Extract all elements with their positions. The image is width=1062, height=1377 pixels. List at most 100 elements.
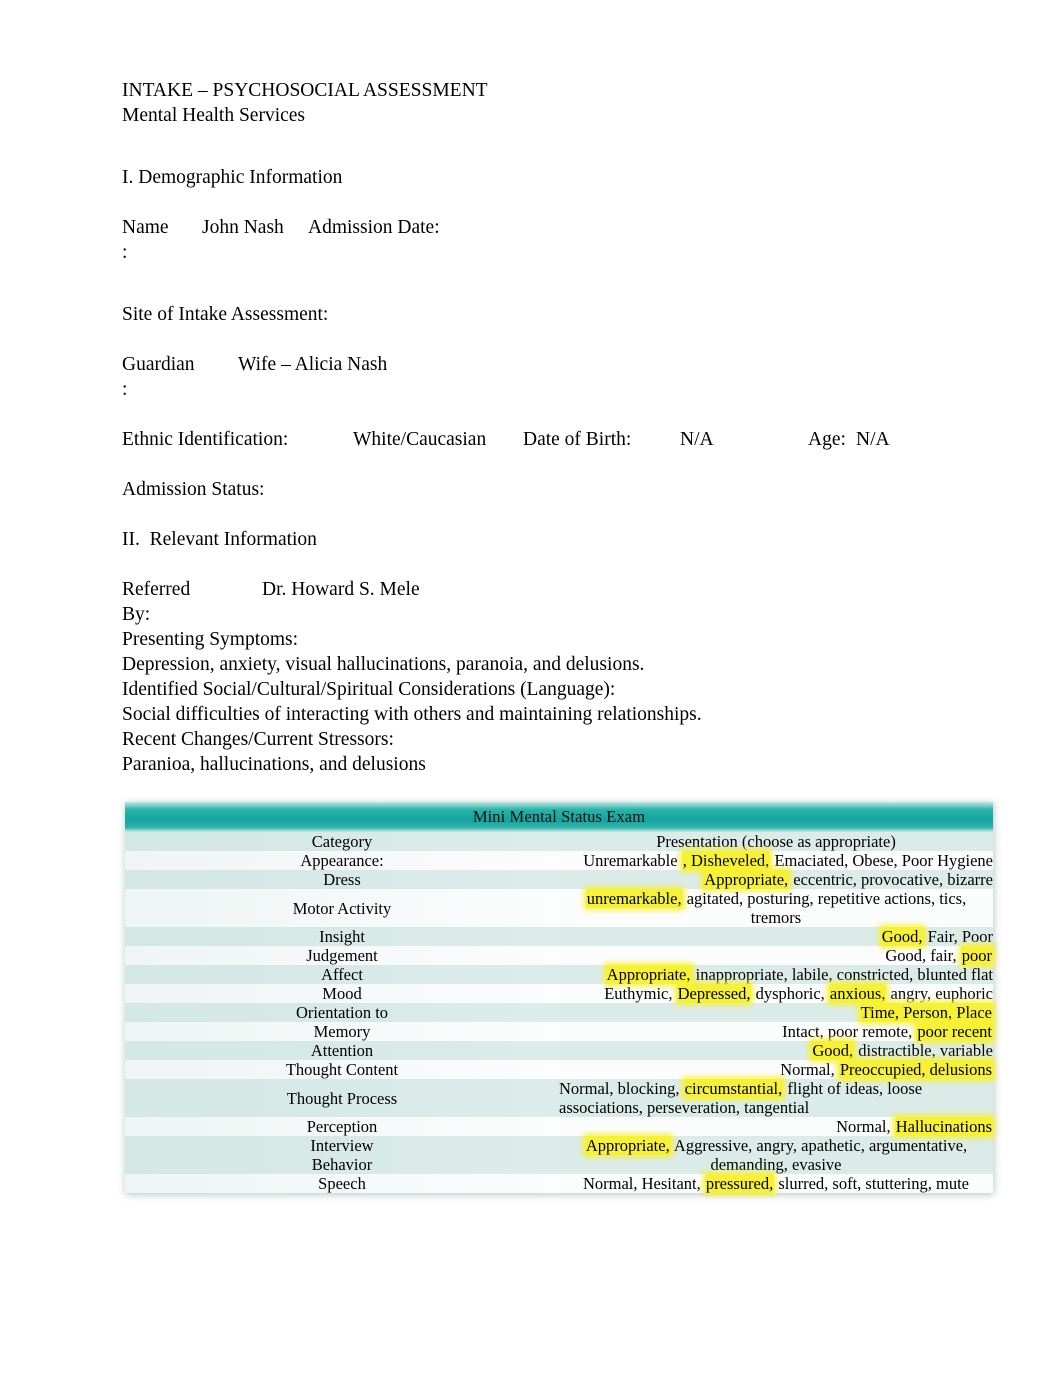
row-category-label: Affect <box>321 965 363 984</box>
row-category-cell: Thought Content <box>125 1060 559 1079</box>
referred-by-label: Referred <box>122 579 191 600</box>
table-row: Thought Content Normal, Preoccupied, delu… <box>125 1060 993 1079</box>
guardian-label-colon: : <box>122 379 128 400</box>
row-presentation-cell: Good, Fair, Poor <box>559 927 993 946</box>
table-row: Mood Euthymic, Depressed, dysphoric, anxi… <box>125 984 993 1003</box>
row-category-label: Dress <box>323 870 361 889</box>
document-title-line1: INTAKE – PSYCHOSOCIAL ASSESSMENT <box>122 80 488 101</box>
highlighted-option: Good, <box>880 927 924 946</box>
option-text: Normal, blocking, <box>559 1079 684 1098</box>
row-presentation-cell: Intact, poor remote, poor recent <box>559 1022 993 1041</box>
dob-value: N/A <box>680 429 714 450</box>
row-category-label: Insight <box>319 927 365 946</box>
row-category-label: Mood <box>322 984 362 1003</box>
option-text: Normal, <box>836 1117 895 1136</box>
row-category-cell: Motor Activity <box>125 889 559 927</box>
table-body: Category Presentation (choose as appropri… <box>125 832 993 1193</box>
guardian-label: Guardian <box>122 354 195 375</box>
option-text: dysphoric, <box>751 984 829 1003</box>
table-title: Mini Mental Status Exam <box>125 802 993 832</box>
row-category-cell: Dress <box>125 870 559 889</box>
option-text: Intact, poor remote, <box>782 1022 917 1041</box>
row-category-label: Perception <box>306 1117 378 1136</box>
option-text: Normal, <box>780 1060 839 1079</box>
table-row: Attention Good, distractible, variable <box>125 1041 993 1060</box>
considerations-label: Identified Social/Cultural/Spiritual Con… <box>122 679 616 700</box>
highlighted-option: Appropriate, <box>584 1136 671 1155</box>
highlighted-option: pressured, <box>704 1174 775 1193</box>
admission-status-label: Admission Status: <box>122 479 265 500</box>
age-value: N/A <box>856 429 890 450</box>
option-text: Good, fair, <box>885 946 961 965</box>
field-row-referred-by: Referred Dr. Howard S. Mele <box>122 577 1002 602</box>
field-row-guardian: Guardian Wife – Alicia Nash <box>122 352 1002 377</box>
row-category-label: Judgement <box>306 946 378 965</box>
mini-mental-status-exam-table: Mini Mental Status Exam Category Presenta… <box>125 802 993 1193</box>
site-label: Site of Intake Assessment: <box>122 304 329 325</box>
referred-by-value: Dr. Howard S. Mele <box>262 579 420 600</box>
row-category-cell: Category <box>125 832 559 851</box>
highlighted-option: Time, Person, Place <box>859 1003 993 1022</box>
row-category-cell: Insight <box>125 927 559 946</box>
highlighted-option: Preoccupied, delusions <box>838 1060 993 1079</box>
row-presentation-cell: Appropriate, Aggressive, angry, apatheti… <box>559 1136 993 1174</box>
table-row: Orientation to Time, Person, Place <box>125 1003 993 1022</box>
highlighted-option: poor recent <box>916 1022 993 1041</box>
field-row-ethnic: Ethnic Identification: White/Caucasian Dat… <box>122 427 1002 452</box>
row-category-cell: Perception <box>125 1117 559 1136</box>
row-presentation-cell: Euthymic, Depressed, dysphoric, anxious,… <box>559 984 993 1003</box>
highlighted-option: poor <box>960 946 993 965</box>
highlighted-option: Appropriate, <box>605 965 692 984</box>
highlighted-option: unremarkable, <box>585 889 683 908</box>
row-category-cell: Attention <box>125 1041 559 1060</box>
document-page: INTAKE – PSYCHOSOCIAL ASSESSMENT Mental … <box>0 0 1062 1377</box>
section-heading-demographic: I. Demographic Information <box>122 167 343 188</box>
table-row: Insight Good, Fair, Poor <box>125 927 993 946</box>
row-category-cell: Judgement <box>125 946 559 965</box>
admission-date-label: Admission Date: <box>308 217 440 238</box>
guardian-value: Wife – Alicia Nash <box>238 354 388 375</box>
presenting-symptoms-label: Presenting Symptoms: <box>122 629 299 650</box>
table-row: Category Presentation (choose as appropri… <box>125 832 993 851</box>
row-presentation-cell: Normal, blocking, circumstantial, flight… <box>559 1079 993 1117</box>
table-row: Memory Intact, poor remote, poor recent <box>125 1022 993 1041</box>
presenting-symptoms-value: Depression, anxiety, visual hallucinatio… <box>122 654 645 675</box>
row-category-cell: Speech <box>125 1174 559 1193</box>
referred-by-label-2: By: <box>122 604 151 625</box>
row-presentation-cell: Appropriate, inappropriate, labile, cons… <box>559 965 993 984</box>
row-category-label: Interview <box>310 1136 374 1155</box>
table-row: Judgement Good, fair, poor <box>125 946 993 965</box>
row-presentation-cell: Appropriate, eccentric, provocative, biz… <box>559 870 993 889</box>
row-category-label: Speech <box>318 1174 366 1193</box>
highlighted-option: anxious, <box>828 984 887 1003</box>
table-row: Affect Appropriate, inappropriate, labile… <box>125 965 993 984</box>
row-presentation-cell: Good, distractible, variable <box>559 1041 993 1060</box>
row-category-cell: Appearance: <box>125 851 559 870</box>
option-text: distractible, variable <box>854 1041 993 1060</box>
row-presentation-cell: unremarkable, agitated, posturing, repet… <box>559 889 993 927</box>
option-text: Emaciated, Obese, Poor Hygiene <box>770 851 993 870</box>
row-presentation-cell: Normal, Preoccupied, delusions <box>559 1060 993 1079</box>
highlighted-option: Depressed, <box>676 984 752 1003</box>
name-label: Name <box>122 217 169 238</box>
option-text: Euthymic, <box>604 984 677 1003</box>
row-category-cell: Thought Process <box>125 1079 559 1117</box>
table-row: Thought Process Normal, blocking, circums… <box>125 1079 993 1117</box>
highlighted-option: Appropriate, <box>703 870 790 889</box>
option-text: agitated, posturing, repetitive actions,… <box>682 889 967 927</box>
ethnic-value: White/Caucasian <box>353 429 487 450</box>
row-category-label: Memory <box>313 1022 371 1041</box>
option-text: angry, euphoric <box>886 984 993 1003</box>
row-category-label: Appearance: <box>300 851 384 870</box>
highlighted-option: circumstantial, <box>683 1079 784 1098</box>
row-category-label: Thought Process <box>286 1088 398 1108</box>
